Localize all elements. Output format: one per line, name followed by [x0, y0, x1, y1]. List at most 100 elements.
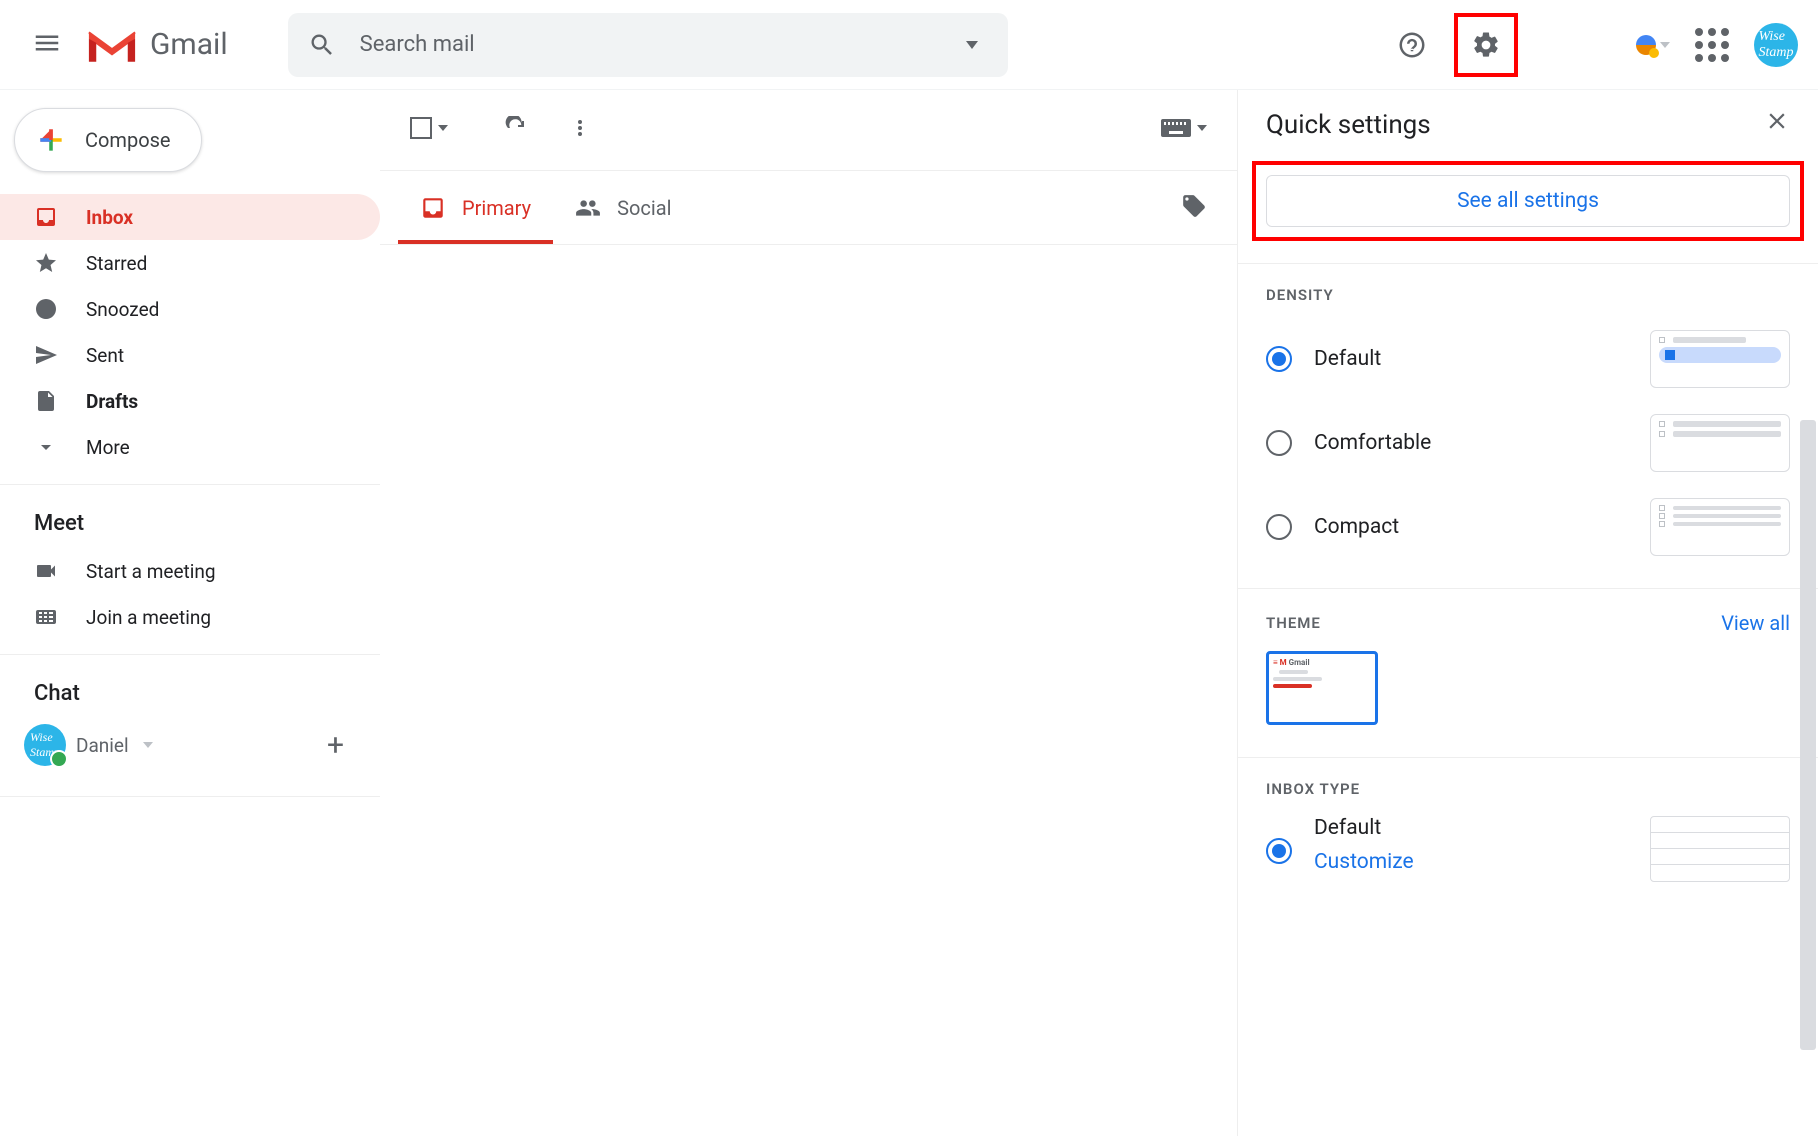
- keyboard-icon: [34, 605, 58, 629]
- theme-thumbnail[interactable]: ≡ M Gmail: [1266, 651, 1378, 725]
- see-all-settings-highlight: See all settings: [1252, 161, 1804, 241]
- account-avatar[interactable]: WiseStamp: [1754, 23, 1798, 67]
- settings-highlight: [1454, 13, 1518, 77]
- theme-heading: THEME: [1266, 614, 1321, 632]
- density-label: Default: [1314, 347, 1381, 371]
- compose-button[interactable]: Compose: [14, 108, 202, 172]
- tag-icon: [1181, 193, 1207, 219]
- mail-toolbar: [380, 104, 1237, 171]
- gmail-wordmark: Gmail: [150, 27, 228, 62]
- customize-link[interactable]: Customize: [1314, 850, 1414, 874]
- gmail-m-icon: [84, 24, 140, 66]
- sidebar: Compose Inbox Starred Snoozed Sent Draft…: [0, 90, 380, 1136]
- join-meeting-button[interactable]: Join a meeting: [0, 594, 380, 640]
- density-option-compact[interactable]: Compact: [1266, 498, 1790, 556]
- input-tools-toggle[interactable]: [1161, 119, 1207, 137]
- search-icon: [308, 31, 336, 59]
- inbox-type-preview: [1650, 816, 1790, 882]
- chat-username: Daniel: [76, 734, 129, 757]
- input-tools-button[interactable]: [1636, 35, 1670, 55]
- refresh-button[interactable]: [504, 104, 528, 152]
- chat-user-row[interactable]: WiseStamp Daniel +: [0, 724, 380, 766]
- keyboard-icon: [1161, 119, 1191, 137]
- hamburger-icon: [32, 28, 62, 58]
- close-icon: [1764, 108, 1790, 134]
- density-preview: [1650, 498, 1790, 556]
- people-icon: [575, 195, 601, 221]
- main-menu-button[interactable]: [20, 16, 74, 74]
- gmail-logo[interactable]: Gmail: [84, 24, 228, 66]
- tab-label: Social: [617, 196, 671, 220]
- more-vert-icon: [568, 116, 592, 140]
- meet-heading: Meet: [0, 499, 380, 548]
- sidebar-item-label: Sent: [86, 344, 124, 367]
- density-label: Comfortable: [1314, 431, 1431, 455]
- sidebar-item-inbox[interactable]: Inbox: [0, 194, 380, 240]
- see-all-settings-button[interactable]: See all settings: [1266, 175, 1790, 227]
- radio-checked-icon[interactable]: [1266, 346, 1292, 372]
- more-actions-button[interactable]: [568, 104, 592, 152]
- category-tabs: Primary Social: [380, 171, 1237, 245]
- chevron-down-icon[interactable]: [143, 742, 153, 748]
- search-placeholder: Search mail: [360, 32, 966, 57]
- inbox-type-label: Default: [1314, 816, 1414, 840]
- density-option-comfortable[interactable]: Comfortable: [1266, 414, 1790, 472]
- meet-item-label: Start a meeting: [86, 560, 216, 583]
- search-options-caret-icon[interactable]: [966, 41, 978, 49]
- density-heading: DENSITY: [1266, 286, 1790, 304]
- apps-grid-icon: [1695, 28, 1729, 62]
- radio-icon[interactable]: [1266, 514, 1292, 540]
- tab-label: Primary: [462, 196, 531, 220]
- chevron-down-icon: [34, 435, 58, 459]
- settings-button[interactable]: [1462, 21, 1510, 69]
- chat-avatar: WiseStamp: [24, 724, 66, 766]
- clock-icon: [34, 297, 58, 321]
- sidebar-item-starred[interactable]: Starred: [0, 240, 380, 286]
- tab-social[interactable]: Social: [553, 171, 693, 244]
- panel-title: Quick settings: [1266, 110, 1431, 140]
- new-chat-button[interactable]: +: [327, 728, 344, 763]
- inbox-icon: [420, 195, 446, 221]
- tab-primary[interactable]: Primary: [398, 171, 553, 244]
- select-all-button[interactable]: [410, 117, 448, 139]
- quick-settings-panel: Quick settings See all settings DENSITY …: [1238, 90, 1818, 1136]
- sidebar-item-label: Inbox: [86, 206, 133, 229]
- chevron-down-icon: [438, 125, 448, 131]
- chat-heading: Chat: [0, 669, 380, 718]
- chevron-down-icon: [1660, 42, 1670, 48]
- density-preview: [1650, 414, 1790, 472]
- camera-icon: [34, 559, 58, 583]
- close-panel-button[interactable]: [1764, 108, 1790, 141]
- google-apps-button[interactable]: [1688, 21, 1736, 69]
- density-label: Compact: [1314, 515, 1399, 539]
- star-icon: [34, 251, 58, 275]
- radio-checked-icon[interactable]: [1266, 838, 1292, 864]
- sidebar-item-snoozed[interactable]: Snoozed: [0, 286, 380, 332]
- send-icon: [34, 343, 58, 367]
- start-meeting-button[interactable]: Start a meeting: [0, 548, 380, 594]
- sidebar-item-sent[interactable]: Sent: [0, 332, 380, 378]
- tab-more-icon[interactable]: [1181, 193, 1207, 223]
- inbox-type-heading: INBOX TYPE: [1266, 780, 1790, 798]
- sidebar-item-more[interactable]: More: [0, 424, 380, 470]
- header-actions: WiseStamp: [1388, 13, 1798, 77]
- inbox-type-option-default[interactable]: Default Customize: [1266, 816, 1790, 882]
- gear-icon: [1471, 30, 1501, 60]
- radio-icon[interactable]: [1266, 430, 1292, 456]
- density-preview: [1650, 330, 1790, 388]
- plus-icon: [35, 124, 67, 156]
- search-bar[interactable]: Search mail: [288, 13, 1008, 77]
- sidebar-item-label: Snoozed: [86, 298, 159, 321]
- sidebar-item-label: More: [86, 436, 130, 459]
- refresh-icon: [504, 116, 528, 140]
- help-button[interactable]: [1388, 21, 1436, 69]
- drafts-icon: [34, 389, 58, 413]
- scrollbar[interactable]: [1800, 420, 1816, 1050]
- density-option-default[interactable]: Default: [1266, 330, 1790, 388]
- sidebar-item-label: Starred: [86, 252, 147, 275]
- theme-view-all-link[interactable]: View all: [1721, 611, 1790, 635]
- inbox-icon: [34, 205, 58, 229]
- sidebar-item-label: Drafts: [86, 390, 138, 413]
- help-icon: [1397, 30, 1427, 60]
- sidebar-item-drafts[interactable]: Drafts: [0, 378, 380, 424]
